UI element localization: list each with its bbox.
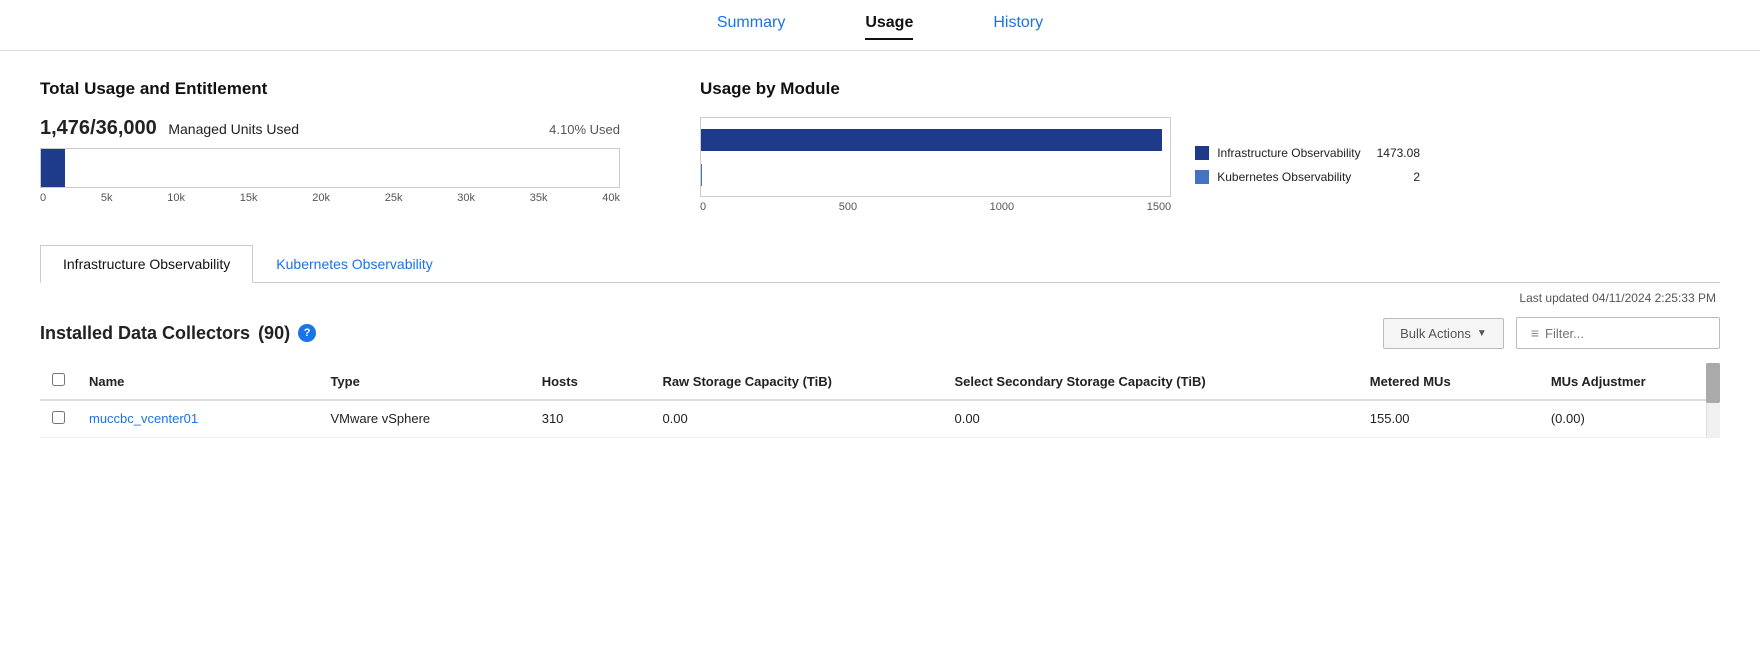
main-content: Total Usage and Entitlement 1,476/36,000…: [0, 51, 1760, 458]
module-usage-panel: Usage by Module 0 500 1000: [700, 79, 1420, 213]
total-usage-bar-chart: [40, 148, 620, 188]
filter-icon: ≡: [1531, 325, 1539, 341]
collectors-title: Installed Data Collectors (90) ?: [40, 323, 316, 344]
row-raw-storage: 0.00: [650, 400, 942, 438]
th-checkbox: [40, 363, 77, 400]
row-checkbox[interactable]: [52, 411, 65, 424]
row-mus-adjustment: (0.00): [1539, 400, 1720, 438]
legend-infra-label: Infrastructure Observability: [1217, 146, 1360, 160]
module-legend: Infrastructure Observability 1473.08 Kub…: [1195, 146, 1420, 184]
row-metered-mus: 155.00: [1358, 400, 1539, 438]
k8s-bar-fill: [701, 164, 702, 186]
module-bar-area: 0 500 1000 1500: [700, 117, 1171, 213]
legend-k8s-color: [1195, 170, 1209, 184]
usage-unit-label: Managed Units Used: [168, 121, 299, 137]
select-all-checkbox[interactable]: [52, 373, 65, 386]
row-checkbox-cell: [40, 400, 77, 438]
collectors-count: (90): [258, 323, 290, 344]
last-updated: Last updated 04/11/2024 2:25:33 PM: [40, 291, 1720, 305]
total-usage-title: Total Usage and Entitlement: [40, 79, 620, 99]
scrollbar[interactable]: [1706, 363, 1720, 438]
th-metered-mus: Metered MUs: [1358, 363, 1539, 400]
row-name[interactable]: muccbc_vcenter01: [77, 400, 318, 438]
row-secondary-storage: 0.00: [942, 400, 1357, 438]
legend-k8s-value: 2: [1413, 170, 1420, 184]
top-navigation: Summary Usage History: [0, 0, 1760, 51]
bulk-actions-label: Bulk Actions: [1400, 326, 1471, 341]
bulk-actions-button[interactable]: Bulk Actions ▼: [1383, 318, 1504, 349]
th-hosts: Hosts: [530, 363, 651, 400]
module-bar-chart: [700, 117, 1171, 197]
th-type: Type: [318, 363, 529, 400]
filter-input[interactable]: [1545, 326, 1705, 341]
usage-numbers: 1,476/36,000 Managed Units Used: [40, 117, 299, 140]
infra-bar-fill: [701, 129, 1162, 151]
legend-k8s: Kubernetes Observability 2: [1195, 170, 1420, 184]
tab-usage[interactable]: Usage: [865, 14, 913, 40]
th-raw-storage: Raw Storage Capacity (TiB): [650, 363, 942, 400]
table-row: muccbc_vcenter01 VMware vSphere 310 0.00…: [40, 400, 1720, 438]
legend-infra: Infrastructure Observability 1473.08: [1195, 146, 1420, 160]
module-tabs-row: Infrastructure Observability Kubernetes …: [40, 245, 1720, 283]
tab-k8s-observability[interactable]: Kubernetes Observability: [253, 245, 455, 283]
collectors-header: Installed Data Collectors (90) ? Bulk Ac…: [40, 317, 1720, 349]
legend-infra-value: 1473.08: [1377, 146, 1420, 160]
th-secondary-storage: Select Secondary Storage Capacity (TiB): [942, 363, 1357, 400]
infra-bar-row: [701, 118, 1170, 157]
collectors-table-wrapper: Name Type Hosts Raw Storage Capacity (Ti…: [40, 363, 1720, 438]
filter-input-container: ≡: [1516, 317, 1720, 349]
scrollbar-thumb[interactable]: [1706, 363, 1720, 403]
help-icon[interactable]: ?: [298, 324, 316, 342]
bulk-actions-chevron-icon: ▼: [1477, 328, 1487, 339]
total-usage-panel: Total Usage and Entitlement 1,476/36,000…: [40, 79, 620, 213]
table-header-row: Name Type Hosts Raw Storage Capacity (Ti…: [40, 363, 1720, 400]
usage-header: 1,476/36,000 Managed Units Used 4.10% Us…: [40, 117, 620, 140]
legend-k8s-label: Kubernetes Observability: [1217, 170, 1397, 184]
legend-infra-color: [1195, 146, 1209, 160]
th-mus-adjustment: MUs Adjustmer: [1539, 363, 1720, 400]
tab-infra-observability[interactable]: Infrastructure Observability: [40, 245, 253, 283]
collectors-table: Name Type Hosts Raw Storage Capacity (Ti…: [40, 363, 1720, 438]
total-usage-axis: 0 5k 10k 15k 20k 25k 30k 35k 40k: [40, 192, 620, 204]
k8s-bar-row: [701, 157, 1170, 196]
top-row: Total Usage and Entitlement 1,476/36,000…: [40, 79, 1720, 213]
tab-summary[interactable]: Summary: [717, 14, 785, 40]
th-name: Name: [77, 363, 318, 400]
tab-history[interactable]: History: [993, 14, 1043, 40]
usage-current-total: 1,476/36,000: [40, 117, 162, 139]
module-usage-title: Usage by Module: [700, 79, 1420, 99]
total-usage-bar-fill: [41, 149, 65, 187]
collectors-title-text: Installed Data Collectors: [40, 323, 250, 344]
row-hosts: 310: [530, 400, 651, 438]
row-type: VMware vSphere: [318, 400, 529, 438]
module-chart-wrapper: 0 500 1000 1500 Infrastructure Observabi…: [700, 117, 1420, 213]
usage-percent: 4.10% Used: [549, 122, 620, 137]
header-actions: Bulk Actions ▼ ≡: [1383, 317, 1720, 349]
module-axis: 0 500 1000 1500: [700, 201, 1171, 213]
